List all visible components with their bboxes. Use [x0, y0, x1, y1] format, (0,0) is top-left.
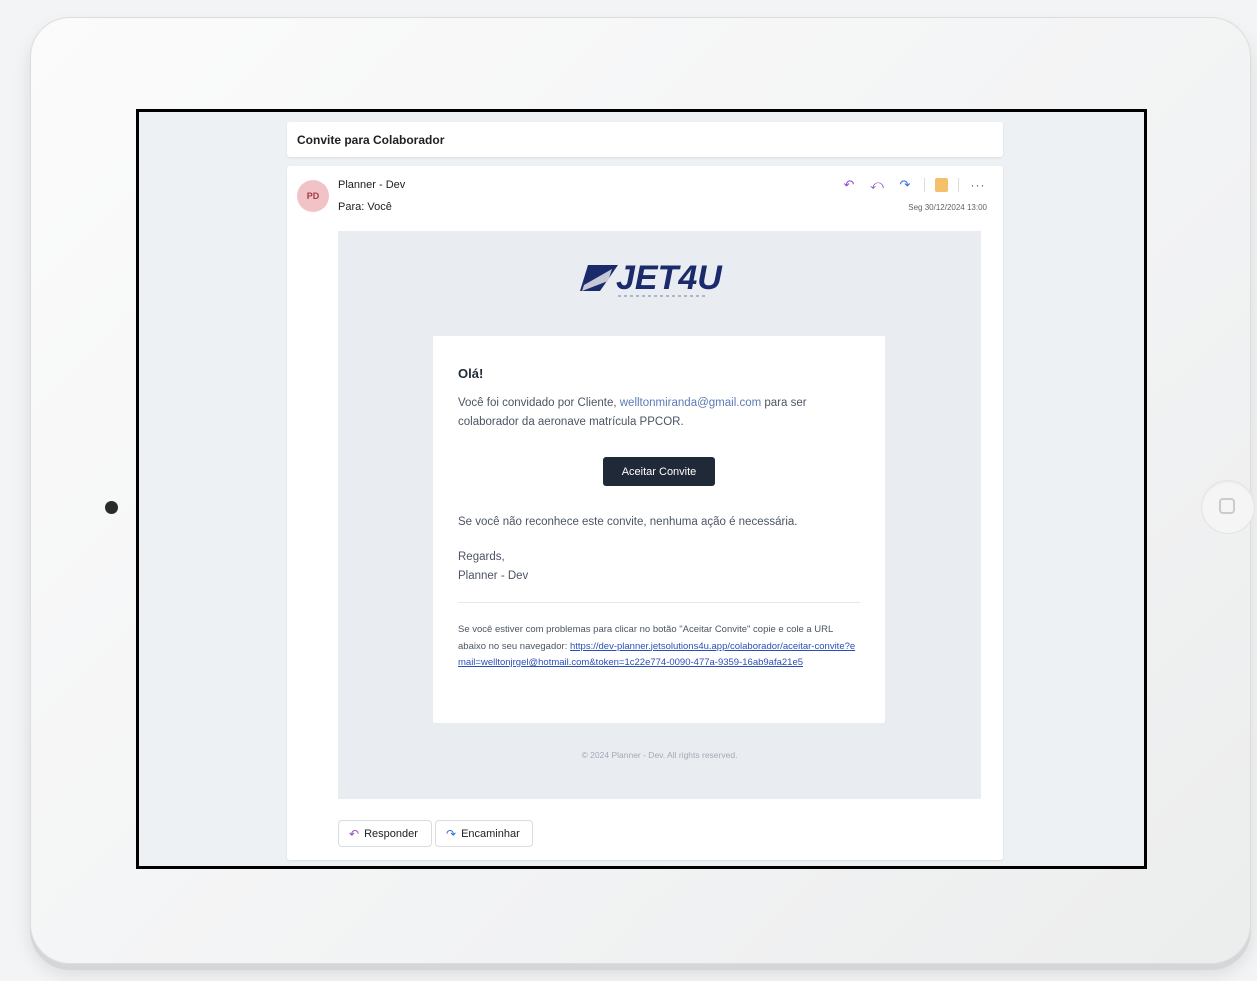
- more-icon[interactable]: ···: [969, 177, 987, 193]
- avatar-initials: PD: [306, 191, 320, 201]
- divider: [458, 602, 860, 603]
- reply-label: Responder: [364, 827, 418, 840]
- reply-button[interactable]: ↶ Responder: [338, 820, 432, 847]
- email-card: PD Planner - Dev Para: Você ↶ ⤺ ↷ ··· Se…: [287, 166, 1003, 860]
- signature-text: Planner - Dev: [458, 570, 529, 582]
- greeting: Olá!: [458, 366, 484, 381]
- reply-all-icon[interactable]: ⤺: [868, 177, 886, 193]
- regards-text: Regards,: [458, 551, 505, 563]
- email-body: JET4U Olá! Você foi convidado por Client…: [338, 231, 981, 799]
- inviter-email[interactable]: welltonmiranda@gmail.com: [620, 397, 761, 409]
- logo-text: JET4U: [616, 259, 723, 297]
- email-date: Seg 30/12/2024 13:00: [908, 203, 987, 212]
- email-footer: © 2024 Planner - Dev. All rights reserve…: [581, 750, 738, 760]
- forward-icon[interactable]: ↷: [896, 177, 914, 193]
- invite-message: Você foi convidado por Cliente, welltonm…: [458, 394, 858, 432]
- forward-button[interactable]: ↷ Encaminhar: [435, 820, 533, 847]
- home-button-icon: [1219, 498, 1235, 514]
- email-content-card: Olá! Você foi convidado por Cliente, wel…: [433, 336, 885, 723]
- reply-icon: ↶: [349, 826, 360, 841]
- toolbar-divider: [924, 178, 925, 192]
- forward-label: Encaminhar: [461, 827, 520, 840]
- email-actions: ↶ ⤺ ↷ ···: [840, 177, 987, 193]
- trouble-note: Se você estiver com problemas para clica…: [458, 622, 860, 672]
- tablet-screen: Convite para Colaborador PD Planner - De…: [136, 109, 1147, 869]
- ignore-note: Se você não reconhece este convite, nenh…: [458, 516, 798, 528]
- camera-dot: [105, 501, 118, 514]
- home-button[interactable]: [1201, 480, 1255, 534]
- jet4u-logo: JET4U: [580, 259, 723, 297]
- signoff: Regards, Planner - Dev: [458, 548, 528, 586]
- accept-invite-button[interactable]: Aceitar Convite: [603, 457, 715, 486]
- toolbar-divider: [958, 178, 959, 192]
- invite-prefix: Você foi convidado por Cliente,: [458, 397, 617, 409]
- reply-icon[interactable]: ↶: [840, 177, 858, 193]
- recipient-line: Para: Você: [338, 201, 392, 213]
- sender-name[interactable]: Planner - Dev: [338, 179, 405, 191]
- forward-icon: ↷: [446, 826, 457, 841]
- avatar: PD: [297, 180, 329, 212]
- screen-content: Convite para Colaborador PD Planner - De…: [139, 112, 1144, 866]
- subject-text: Convite para Colaborador: [297, 132, 445, 147]
- email-subject: Convite para Colaborador: [287, 122, 1003, 157]
- note-icon[interactable]: [935, 178, 948, 192]
